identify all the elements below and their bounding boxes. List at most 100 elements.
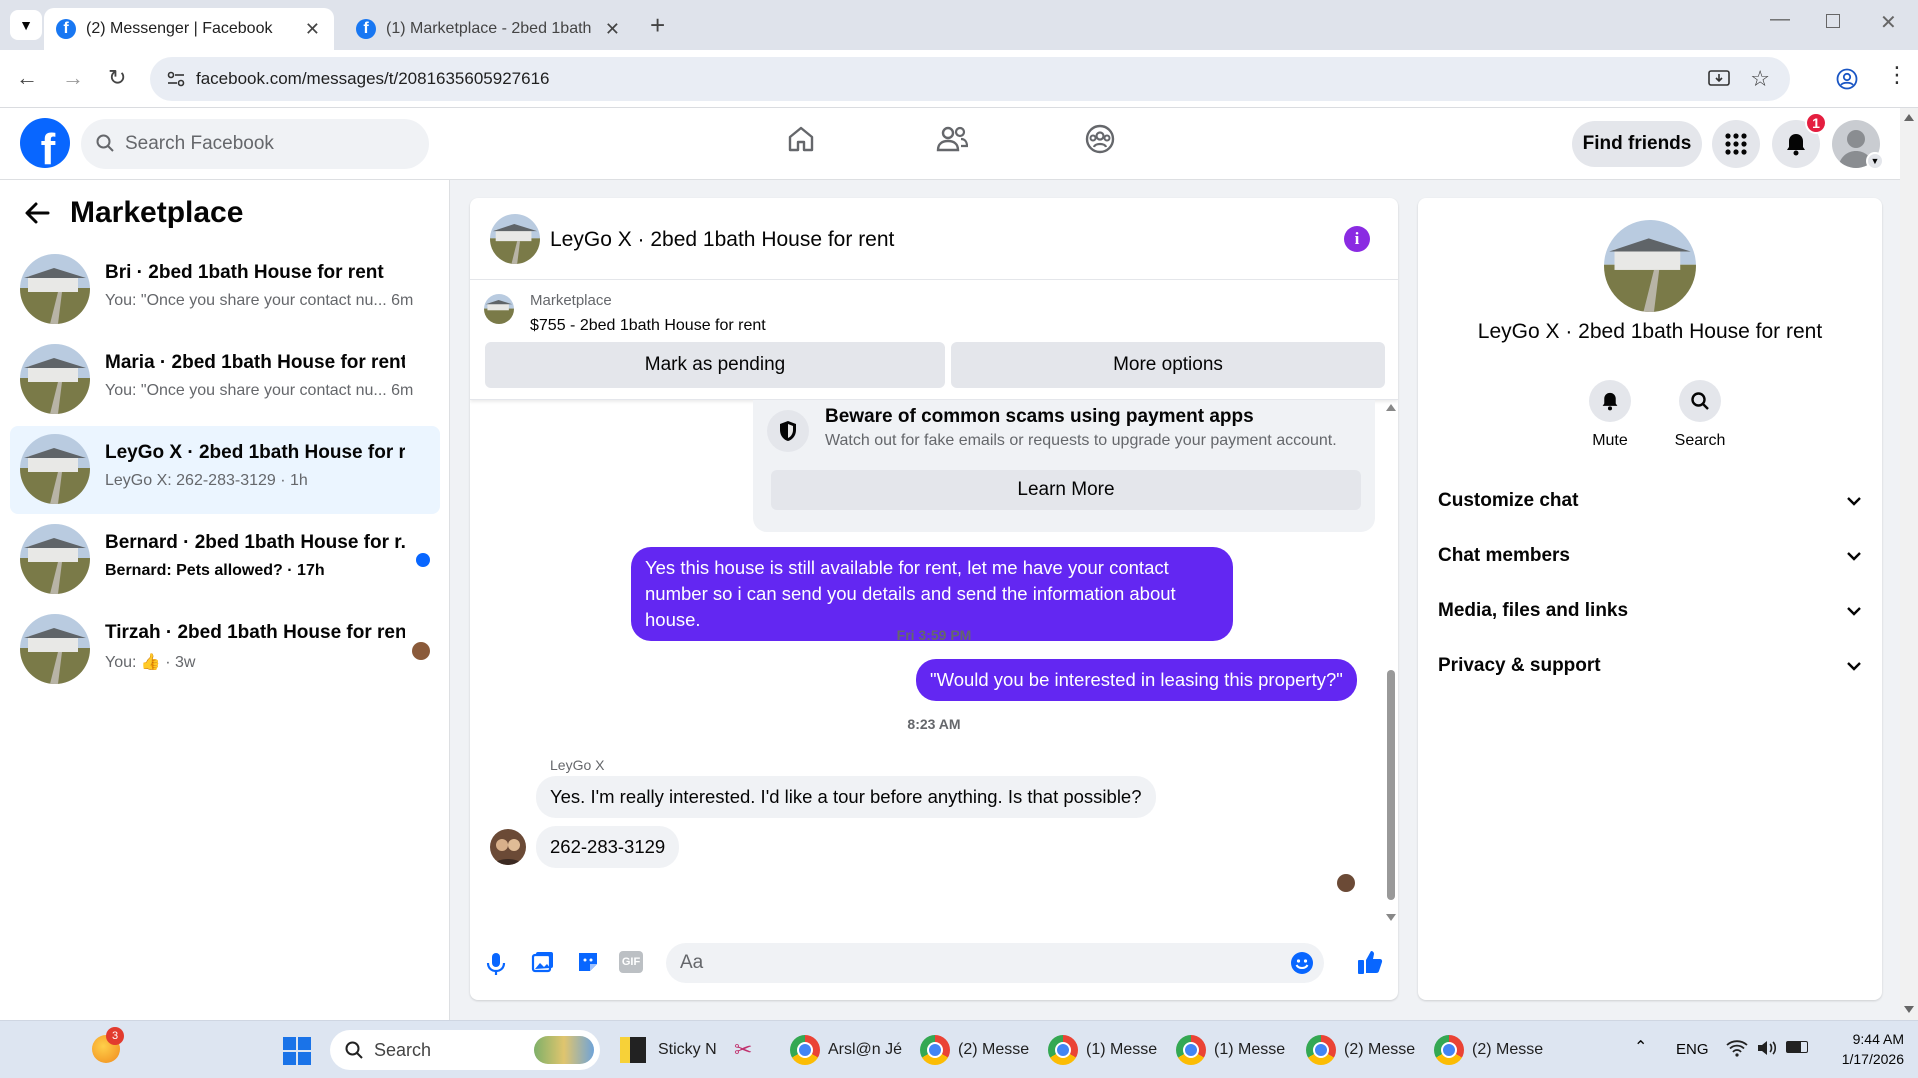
media-files-links-section[interactable]: Media, files and links	[1438, 591, 1862, 631]
wifi-icon[interactable]	[1726, 1039, 1748, 1057]
battery-icon[interactable]	[1786, 1041, 1808, 1053]
chat-members-section[interactable]: Chat members	[1438, 536, 1862, 576]
scroll-up-arrow[interactable]	[1904, 114, 1914, 121]
microphone-icon[interactable]	[486, 952, 506, 976]
chat-header: LeyGo X · 2bed 1bath House for rent i	[470, 198, 1398, 280]
details-title: LeyGo X · 2bed 1bath House for rent	[1477, 320, 1823, 343]
chat-details-panel: LeyGo X · 2bed 1bath House for rent Mute…	[1418, 198, 1882, 1000]
mute-button[interactable]: Mute	[1570, 380, 1650, 450]
conversation-title: Maria · 2bed 1bath House for rent	[105, 352, 405, 373]
find-friends-button[interactable]: Find friends	[1572, 121, 1702, 167]
conversation-item-selected[interactable]: LeyGo X · 2bed 1bath House for rent LeyG…	[10, 426, 440, 514]
sticker-icon[interactable]	[576, 950, 600, 974]
customize-chat-section[interactable]: Customize chat	[1438, 481, 1862, 521]
info-icon[interactable]: i	[1344, 226, 1370, 252]
taskbar-snipping-tool[interactable]: ✂	[734, 1031, 752, 1069]
mute-label: Mute	[1592, 432, 1628, 449]
more-options-button[interactable]: More options	[951, 342, 1385, 388]
start-button[interactable]	[282, 1036, 312, 1066]
photo-icon[interactable]	[531, 950, 555, 974]
restore-button[interactable]	[1826, 14, 1840, 28]
unread-dot	[416, 553, 430, 567]
outgoing-message[interactable]: "Would you be interested in leasing this…	[916, 659, 1357, 701]
back-icon[interactable]: ←	[16, 65, 38, 91]
listing-thumbnail	[20, 524, 90, 594]
thumbs-up-icon[interactable]	[1356, 948, 1384, 976]
bookmark-star-icon[interactable]: ☆	[1750, 66, 1770, 92]
tab-title: (2) Messenger | Facebook	[86, 20, 273, 37]
taskbar-chrome-1[interactable]: Arsl@n Jé	[790, 1031, 902, 1069]
site-info-icon[interactable]	[166, 69, 186, 89]
new-tab-button[interactable]: +	[650, 10, 665, 41]
message-input[interactable]: Aa	[666, 943, 1324, 983]
home-icon[interactable]	[786, 124, 816, 154]
sender-avatar[interactable]	[490, 829, 526, 865]
forward-icon[interactable]: →	[62, 65, 84, 91]
facebook-logo[interactable]: f	[20, 118, 70, 168]
conversation-preview: Bernard: Pets allowed? · 17h	[105, 562, 325, 579]
taskbar-chrome-4[interactable]: (1) Messe	[1176, 1031, 1285, 1069]
clock-date[interactable]: 1/17/2026	[1818, 1051, 1904, 1067]
taskbar-search[interactable]: Search	[330, 1030, 600, 1070]
incoming-message[interactable]: 262-283-3129	[536, 826, 680, 868]
learn-more-button[interactable]: Learn More	[771, 470, 1361, 510]
taskbar-sticky-notes[interactable]: Sticky N	[620, 1031, 717, 1069]
incoming-message[interactable]: Yes. I'm really interested. I'd like a t…	[536, 776, 1156, 818]
chrome-icon	[1048, 1035, 1078, 1065]
close-tab-icon[interactable]: ✕	[305, 19, 320, 40]
scroll-thumb[interactable]	[1387, 670, 1395, 900]
tab-marketplace[interactable]: f (1) Marketplace - 2bed 1bath H ✕	[344, 8, 634, 50]
url-bar[interactable]: facebook.com/messages/t/2081635605927616…	[150, 57, 1790, 101]
friends-icon[interactable]	[936, 124, 968, 154]
conversation-item[interactable]: Tirzah · 2bed 1bath House for rent You: …	[10, 606, 440, 694]
taskbar-chrome-2[interactable]: (2) Messe	[920, 1031, 1029, 1069]
listing-title[interactable]: $755 - 2bed 1bath House for rent	[530, 317, 766, 335]
menu-grid-button[interactable]	[1712, 120, 1760, 168]
volume-icon[interactable]	[1756, 1039, 1778, 1057]
language-indicator[interactable]: ENG	[1676, 1041, 1709, 1058]
scroll-down-arrow[interactable]	[1904, 1006, 1914, 1013]
scroll-up-arrow[interactable]	[1386, 404, 1396, 411]
chat-avatar[interactable]	[490, 214, 540, 264]
gif-icon[interactable]: GIF	[619, 951, 643, 973]
marketplace-listing-bar: Marketplace $755 - 2bed 1bath House for …	[470, 280, 1398, 400]
conversation-item[interactable]: Bernard · 2bed 1bath House for r... Bern…	[10, 516, 440, 604]
groups-icon[interactable]	[1085, 124, 1115, 154]
tab-messenger[interactable]: f (2) Messenger | Facebook ✕	[44, 8, 334, 50]
listing-source: Marketplace	[530, 292, 612, 309]
taskbar-chrome-6[interactable]: (2) Messe	[1434, 1031, 1543, 1069]
search-in-chat-button[interactable]: Search	[1660, 380, 1740, 450]
account-chevron-icon[interactable]: ▼	[1866, 152, 1884, 170]
warning-description: Watch out for fake emails or requests to…	[825, 432, 1337, 449]
taskbar-chrome-5[interactable]: (2) Messe	[1306, 1031, 1415, 1069]
conversation-list-panel: Marketplace Bri · 2bed 1bath House for r…	[0, 180, 450, 1020]
back-arrow-icon[interactable]	[24, 200, 50, 226]
emoji-icon[interactable]	[1290, 951, 1314, 975]
reload-icon[interactable]: ↻	[108, 65, 126, 91]
tab-list-dropdown[interactable]: ▼	[10, 10, 42, 40]
install-app-icon[interactable]	[1708, 69, 1730, 89]
close-window-button[interactable]: ✕	[1880, 10, 1897, 35]
minimize-button[interactable]: —	[1770, 8, 1790, 31]
conversation-item[interactable]: Maria · 2bed 1bath House for rent You: "…	[10, 336, 440, 424]
conversation-item[interactable]: Bri · 2bed 1bath House for rent You: "On…	[10, 246, 440, 334]
shield-icon	[767, 410, 809, 452]
browser-tabbar: ▼ f (2) Messenger | Facebook ✕ f (1) Mar…	[0, 0, 1918, 50]
search-facebook-input[interactable]: Search Facebook	[81, 119, 429, 169]
message-thread[interactable]: Beware of common scams using payment app…	[470, 400, 1398, 930]
show-hidden-icons-chevron[interactable]: ⌃	[1634, 1037, 1647, 1057]
chevron-down-icon	[1846, 606, 1862, 616]
chrome-icon	[1434, 1035, 1464, 1065]
privacy-support-section[interactable]: Privacy & support	[1438, 646, 1862, 686]
message-composer: GIF Aa	[470, 940, 1398, 1000]
clock-time[interactable]: 9:44 AM	[1838, 1031, 1904, 1047]
close-tab-icon[interactable]: ✕	[605, 19, 620, 40]
page-scrollbar[interactable]	[1900, 108, 1918, 1020]
profile-icon[interactable]	[1836, 68, 1858, 90]
mark-as-pending-button[interactable]: Mark as pending	[485, 342, 945, 388]
chat-title[interactable]: LeyGo X · 2bed 1bath House for rent	[550, 228, 894, 252]
taskbar-chrome-3[interactable]: (1) Messe	[1048, 1031, 1157, 1069]
chat-scrollbar[interactable]	[1384, 400, 1398, 930]
browser-menu-icon[interactable]: ⋮	[1886, 64, 1908, 86]
scroll-down-arrow[interactable]	[1386, 914, 1396, 921]
